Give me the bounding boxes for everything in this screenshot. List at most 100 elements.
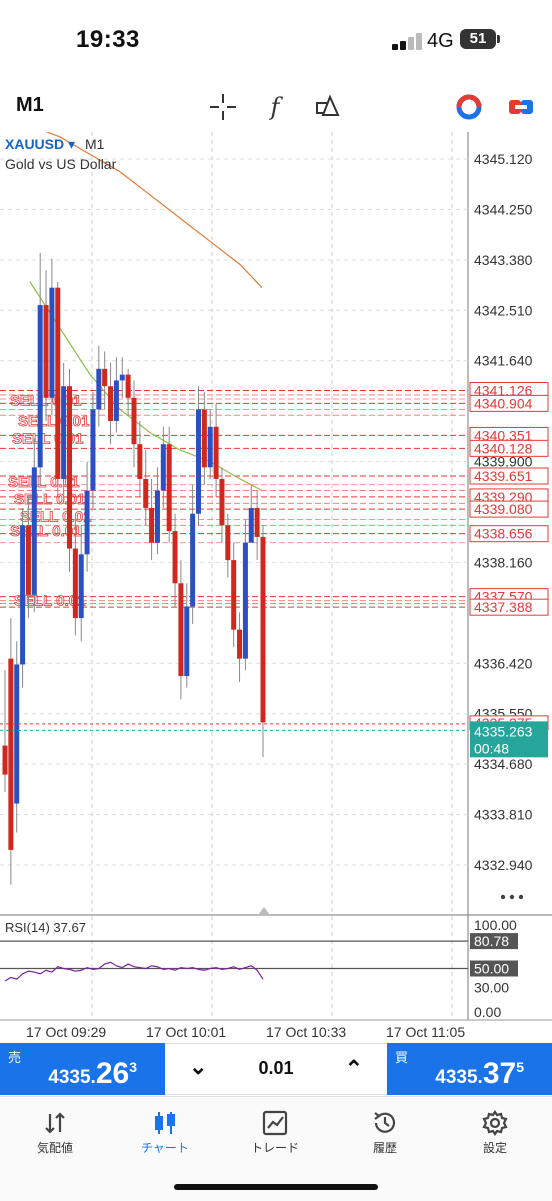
candle-body xyxy=(154,490,160,543)
sell-price: 4335.263 xyxy=(48,1057,137,1090)
sell-button[interactable]: 売 4335.263 xyxy=(0,1043,165,1095)
objects-icon[interactable] xyxy=(310,90,344,124)
order-price-label: 4339.080 xyxy=(474,501,533,517)
candle-body xyxy=(196,409,201,514)
candle-body xyxy=(184,606,190,677)
time-axis-label: 17 Oct 10:01 xyxy=(146,1024,226,1040)
home-indicator xyxy=(174,1184,378,1190)
nav-label-trade: トレード xyxy=(250,1141,299,1155)
candle-body xyxy=(125,374,131,398)
battery-tip xyxy=(497,35,500,43)
price-scale-label: 4342.510 xyxy=(474,302,533,318)
candle-body xyxy=(237,629,243,659)
crosshair-icon[interactable] xyxy=(206,90,240,124)
chart-icon xyxy=(110,1105,220,1139)
nav-label-settings: 設定 xyxy=(482,1141,507,1155)
sell-order-label: SELL 0.01 xyxy=(12,430,83,447)
bar-countdown: 00:48 xyxy=(474,740,509,756)
more-dots-icon xyxy=(500,894,506,900)
candle-body xyxy=(178,583,184,677)
candle-body xyxy=(2,745,8,775)
time-axis-label: 17 Oct 09:29 xyxy=(26,1024,106,1040)
price-scale-label: 4334.680 xyxy=(474,756,533,772)
price-scale-label: 4343.380 xyxy=(474,252,533,268)
more-dots-icon xyxy=(509,894,515,900)
candle-body xyxy=(254,507,260,537)
rsi-scale-label: 100.00 xyxy=(474,917,517,933)
candle-body xyxy=(225,525,231,561)
candle-body xyxy=(219,478,225,526)
nav-item-chart[interactable]: チャート xyxy=(110,1105,220,1156)
symbol-dropdown-icon: ▾ xyxy=(68,136,76,152)
symbol-name: XAUUSD xyxy=(5,136,65,152)
candle-body xyxy=(96,368,102,410)
trade-settings-icon[interactable] xyxy=(452,90,486,124)
candle-body xyxy=(201,409,207,468)
candle-body xyxy=(25,525,31,595)
chart-shift-marker xyxy=(258,907,270,915)
candle-body xyxy=(131,397,137,445)
trade-icon xyxy=(220,1105,330,1139)
time-axis-label: 17 Oct 11:05 xyxy=(386,1024,465,1040)
more-dots-icon xyxy=(518,894,524,900)
candle-body xyxy=(113,380,119,421)
buy-button[interactable]: 買 4335.375 xyxy=(387,1043,552,1095)
symbol-label[interactable]: XAUUSD ▾ M1 xyxy=(5,136,104,153)
candle-body xyxy=(37,305,43,468)
rsi-level-label: 50.00 xyxy=(474,961,509,977)
battery-icon: 51 xyxy=(460,29,496,49)
quotes-icon xyxy=(0,1105,110,1139)
status-bar: 19:33 4G 51 xyxy=(0,0,552,80)
sell-label: 売 xyxy=(8,1050,22,1065)
candle-body xyxy=(55,287,61,479)
order-price-label: 4338.656 xyxy=(474,526,533,542)
price-scale-label: 4338.160 xyxy=(474,554,533,570)
candle-body xyxy=(61,386,67,479)
candle-body xyxy=(14,664,20,804)
rsi-scale-label: 0.00 xyxy=(474,1004,501,1020)
bid-price-label: 4335.263 xyxy=(474,723,533,739)
symbol-description: Gold vs US Dollar xyxy=(5,156,117,172)
candle-body xyxy=(90,409,96,491)
buy-price: 4335.375 xyxy=(435,1057,524,1090)
candle-body xyxy=(190,513,196,607)
timeframe-button[interactable]: M1 xyxy=(16,94,44,117)
candle-body xyxy=(160,444,166,491)
rsi-label: RSI(14) 37.67 xyxy=(5,920,86,935)
price-scale-label: 4332.940 xyxy=(474,857,533,873)
candle-body xyxy=(149,507,155,543)
order-price-label: 4339.651 xyxy=(474,468,533,484)
candle-body xyxy=(43,305,49,398)
rsi-level-label: 80.78 xyxy=(474,933,509,949)
symbol-timeframe: M1 xyxy=(84,136,105,152)
candlestick-chart[interactable]: SELL 0.01SELL 0.01SELL 0.01SELL 0.01SELL… xyxy=(0,132,552,1042)
order-price-label: 4337.388 xyxy=(474,599,533,615)
nav-item-history[interactable]: 履歴 xyxy=(330,1105,440,1156)
price-chart[interactable]: SELL 0.01 SELL 0.01 SELL 0.01 SELL 0.01 SELL… xyxy=(0,132,552,1042)
candle-body xyxy=(172,531,178,584)
candle-body xyxy=(20,525,26,665)
candle-body xyxy=(213,426,219,479)
settings-icon xyxy=(440,1105,550,1139)
network-type: 4G xyxy=(427,30,454,52)
price-scale-label: 4344.250 xyxy=(474,201,533,217)
candle-body xyxy=(231,560,237,630)
volume-increase-icon[interactable]: ⌃ xyxy=(345,1056,363,1082)
candle-body xyxy=(102,368,108,387)
nav-item-trade[interactable]: トレード xyxy=(220,1105,330,1156)
buy-label: 買 xyxy=(395,1050,409,1065)
function-icon[interactable]: f xyxy=(258,90,292,124)
order-price-label: 4340.128 xyxy=(474,440,533,456)
nav-label-chart: チャート xyxy=(141,1141,189,1155)
nav-label-quotes: 気配値 xyxy=(36,1141,73,1155)
candle-body xyxy=(248,507,254,543)
chart-switch-icon[interactable] xyxy=(504,90,538,124)
price-scale-label: 4336.420 xyxy=(474,655,533,671)
price-scale-label: 4345.120 xyxy=(474,151,533,167)
candle-body xyxy=(49,287,55,398)
nav-item-settings[interactable]: 設定 xyxy=(440,1105,550,1156)
volume-selector: ⌄ 0.01 ⌃ xyxy=(165,1043,387,1095)
time-axis-label: 17 Oct 10:33 xyxy=(266,1024,346,1040)
nav-item-quotes[interactable]: 気配値 xyxy=(0,1105,110,1156)
candle-body xyxy=(242,542,248,659)
